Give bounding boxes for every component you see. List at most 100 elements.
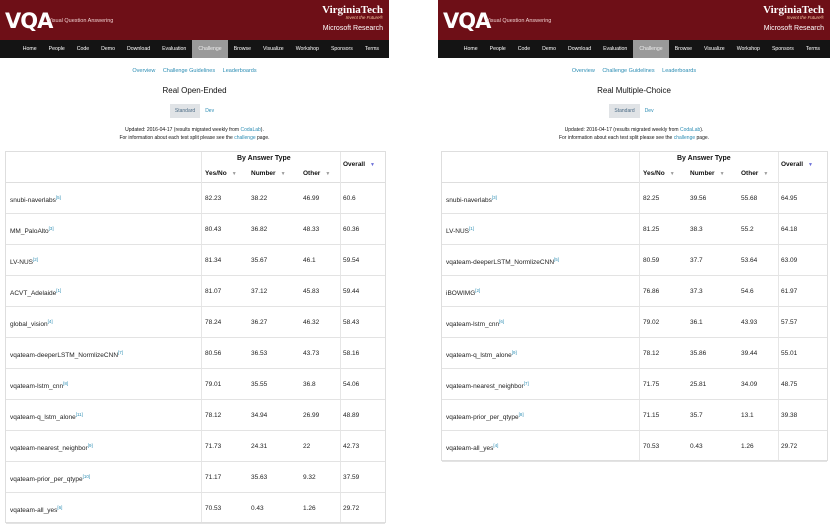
team-label: vqateam-deeperLSTM_NormlizeCNN <box>10 352 119 360</box>
yesno-header[interactable]: Yes/No ▼ <box>205 170 237 177</box>
overall-header[interactable]: Overall ▼ <box>781 161 813 168</box>
microsoft-research-logo[interactable]: Microsoft Research <box>763 25 824 32</box>
nav-visualize[interactable]: Visualize <box>257 40 290 58</box>
nav-sponsors[interactable]: Sponsors <box>325 40 359 58</box>
team-label: vqateam-all_yes <box>446 445 494 453</box>
nav-challenge[interactable]: Challenge <box>192 40 228 58</box>
nav-challenge[interactable]: Challenge <box>633 40 669 58</box>
nav-evaluation[interactable]: Evaluation <box>156 40 192 58</box>
table-row: vqateam-q_lstm_alone[11] 78.12 34.94 26.99 4… <box>6 400 385 431</box>
reference-link[interactable]: [4] <box>493 443 498 448</box>
nav-terms[interactable]: Terms <box>800 40 826 58</box>
nav-demo[interactable]: Demo <box>95 40 121 58</box>
reference-link[interactable]: [5] <box>56 195 61 200</box>
reference-link[interactable]: [7] <box>524 381 529 386</box>
reference-link[interactable]: [6] <box>499 319 504 324</box>
table-header: By Answer Type Yes/No ▼ Number ▼ Other ▼ Overal… <box>6 152 385 183</box>
challenge-link[interactable]: challenge <box>234 135 255 141</box>
overall-value: 59.54 <box>343 257 360 264</box>
overall-value: 60.6 <box>343 195 356 202</box>
reference-link[interactable]: [6] <box>57 505 62 510</box>
overall-value: 55.01 <box>781 350 798 357</box>
nav-download[interactable]: Download <box>562 40 597 58</box>
overall-value: 39.38 <box>781 412 798 419</box>
standard-tab[interactable]: Standard <box>609 104 640 118</box>
other-value: 53.64 <box>741 257 758 264</box>
main-nav: Home People Code Demo Download Evaluation Chal… <box>438 40 830 58</box>
table-row: snubi-naverlabs[3] 82.25 39.56 55.68 64.95 <box>442 183 827 214</box>
challenge-guidelines-link[interactable]: Challenge Guidelines <box>602 68 654 74</box>
reference-link[interactable]: [3] <box>492 195 497 200</box>
dev-tab[interactable]: Dev <box>640 104 659 118</box>
table-row: LV-NUS[2] 81.34 35.67 46.1 59.54 <box>6 245 385 276</box>
overall-value: 64.95 <box>781 195 798 202</box>
nav-sponsors[interactable]: Sponsors <box>766 40 800 58</box>
number-value: 35.7 <box>690 412 703 419</box>
nav-evaluation[interactable]: Evaluation <box>597 40 633 58</box>
codalab-link[interactable]: CodaLab <box>680 127 700 133</box>
team-label: MM_PaloAlto <box>10 228 49 236</box>
other-value: 55.68 <box>741 195 758 202</box>
reference-link[interactable]: [5] <box>554 257 559 262</box>
reference-link[interactable]: [9] <box>512 350 517 355</box>
dev-tab[interactable]: Dev <box>200 104 219 118</box>
other-value: 1.26 <box>303 505 316 512</box>
update-suffix: ). <box>700 127 704 133</box>
overall-value: 60.36 <box>343 226 360 233</box>
reference-link[interactable]: [3] <box>49 226 54 231</box>
challenge-guidelines-link[interactable]: Challenge Guidelines <box>163 68 215 74</box>
reference-link[interactable]: [4] <box>48 319 53 324</box>
reference-link[interactable]: [2] <box>475 288 480 293</box>
team-name: iBOWIMG[2] <box>446 288 480 297</box>
other-header[interactable]: Other ▼ <box>303 170 330 177</box>
reference-link[interactable]: [7] <box>118 350 123 355</box>
microsoft-research-logo[interactable]: Microsoft Research <box>322 25 383 32</box>
other-value: 26.99 <box>303 412 320 419</box>
nav-code[interactable]: Code <box>512 40 536 58</box>
sort-icon: ▼ <box>669 171 675 177</box>
nav-people[interactable]: People <box>484 40 512 58</box>
overall-header[interactable]: Overall ▼ <box>343 161 375 168</box>
leaderboards-link[interactable]: Leaderboards <box>223 68 257 74</box>
nav-people[interactable]: People <box>43 40 71 58</box>
table-row: vqateam-nearest_neighbor[9] 71.73 24.31 22 4… <box>6 431 385 462</box>
yesno-header[interactable]: Yes/No ▼ <box>643 170 675 177</box>
nav-visualize[interactable]: Visualize <box>698 40 731 58</box>
other-header[interactable]: Other ▼ <box>741 170 768 177</box>
reference-link[interactable]: [11] <box>76 412 83 417</box>
codalab-link[interactable]: CodaLab <box>240 127 260 133</box>
overview-link[interactable]: Overview <box>572 68 595 74</box>
vqa-logo[interactable]: VQA <box>5 9 53 33</box>
yesno-value: 79.02 <box>643 319 660 326</box>
team-label: vqateam-deeperLSTM_NormlizeCNN <box>446 259 555 267</box>
reference-link[interactable]: [1] <box>469 226 474 231</box>
team-label: vqateam-q_lstm_alone <box>446 352 512 360</box>
reference-link[interactable]: [8] <box>519 412 524 417</box>
number-header[interactable]: Number ▼ <box>690 170 725 177</box>
nav-demo[interactable]: Demo <box>536 40 562 58</box>
nav-browse[interactable]: Browse <box>228 40 257 58</box>
reference-link[interactable]: [8] <box>63 381 68 386</box>
overview-link[interactable]: Overview <box>132 68 155 74</box>
nav-workshop[interactable]: Workshop <box>290 40 325 58</box>
nav-terms[interactable]: Terms <box>359 40 385 58</box>
team-name: MM_PaloAlto[3] <box>10 226 54 235</box>
nav-home[interactable]: Home <box>458 40 484 58</box>
leaderboards-link[interactable]: Leaderboards <box>662 68 696 74</box>
nav-workshop[interactable]: Workshop <box>731 40 766 58</box>
number-value: 36.1 <box>690 319 703 326</box>
number-header[interactable]: Number ▼ <box>251 170 286 177</box>
vqa-logo[interactable]: VQA <box>443 9 491 33</box>
reference-link[interactable]: [1] <box>56 288 61 293</box>
split-toggle: Standard Dev <box>0 104 389 118</box>
overall-value: 37.59 <box>343 474 360 481</box>
nav-home[interactable]: Home <box>17 40 43 58</box>
reference-link[interactable]: [10] <box>83 474 91 479</box>
nav-code[interactable]: Code <box>71 40 95 58</box>
reference-link[interactable]: [9] <box>88 443 93 448</box>
nav-download[interactable]: Download <box>121 40 156 58</box>
challenge-link[interactable]: challenge <box>674 135 695 141</box>
reference-link[interactable]: [2] <box>33 257 38 262</box>
nav-browse[interactable]: Browse <box>669 40 698 58</box>
standard-tab[interactable]: Standard <box>169 104 201 118</box>
